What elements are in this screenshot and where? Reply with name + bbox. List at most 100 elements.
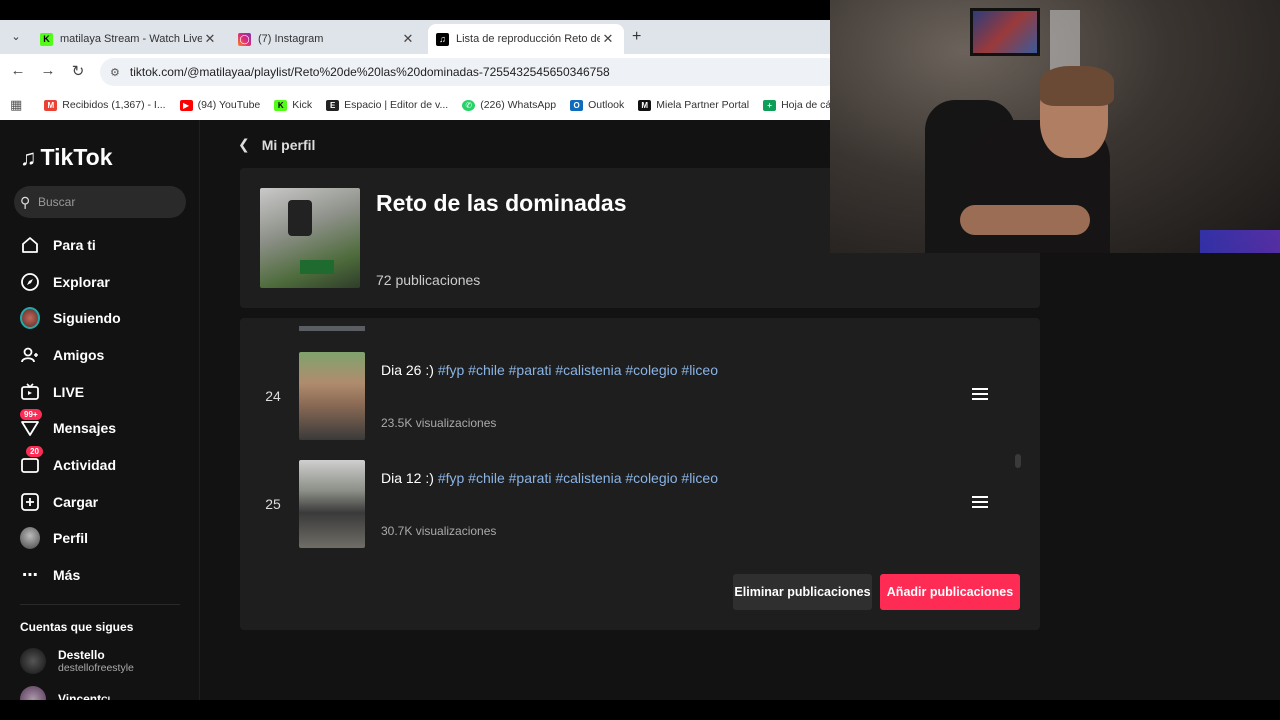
sidebar-item-live[interactable]: LIVE (20, 377, 84, 407)
tiktok-note-icon: ♫ (20, 144, 37, 170)
tab-kick[interactable]: K matilaya Stream - Watch Live o ✕ (32, 24, 226, 54)
webcam-person-arm (960, 205, 1090, 235)
sidebar-item-label: Siguiendo (53, 310, 121, 326)
sidebar-item-para-ti[interactable]: Para ti (20, 230, 96, 260)
search-input[interactable] (38, 195, 168, 209)
video-index: 25 (265, 496, 281, 512)
playlist-title: Reto de las dominadas (376, 190, 627, 216)
scrollbar-thumb[interactable] (1015, 454, 1021, 468)
tiktok-icon: ♫ (436, 32, 449, 46)
webcam-person-hair (1040, 66, 1114, 106)
more-icon: ⋯ (22, 567, 38, 584)
kick-icon: K (40, 32, 53, 46)
back-arrow-icon[interactable]: ← (8, 62, 28, 79)
video-index: 24 (265, 388, 281, 404)
sidebar-item-amigos[interactable]: Amigos (20, 340, 104, 370)
reload-icon[interactable]: ↻ (68, 62, 88, 80)
bookmark-label: (226) WhatsApp (480, 99, 557, 111)
bookmark-sheets[interactable]: + Hoja de cálculo si (763, 99, 830, 111)
bookmark-label: Recibidos (1,367) - I... (62, 99, 166, 111)
sidebar-item-label: Explorar (53, 274, 110, 290)
close-icon[interactable]: ✕ (202, 31, 218, 47)
bookmark-whatsapp[interactable]: ✆ (226) WhatsApp (462, 99, 556, 111)
sidebar-item-label: Cargar (53, 494, 99, 510)
apps-grid-icon[interactable]: ▦ (10, 97, 22, 113)
webcam-tv (970, 8, 1040, 56)
search-box[interactable]: ⚲ (14, 186, 186, 218)
list-item[interactable]: 25 Dia 12 :) #fyp #chile #parati #calist… (240, 460, 1040, 550)
webcam-overlay (830, 0, 1280, 253)
video-thumbnail[interactable] (299, 352, 365, 440)
close-icon[interactable]: ✕ (600, 31, 616, 47)
playlist-cover[interactable] (260, 188, 360, 288)
back-label: Mi perfil (261, 136, 316, 153)
compass-icon (20, 272, 40, 292)
bookmark-label: Outlook (588, 99, 625, 111)
bookmark-youtube[interactable]: ▶ (94) YouTube (179, 99, 261, 111)
drag-handle-icon[interactable] (972, 496, 988, 510)
sidebar-item-cargar[interactable]: Cargar (20, 487, 98, 517)
top-strip (0, 0, 830, 20)
account-destello[interactable]: Destello destellofreestyle (20, 648, 134, 674)
address-bar[interactable]: ⚙ tiktok.com/@matilayaa/playlist/Reto%20… (100, 58, 840, 86)
activity-icon: 20 (20, 446, 43, 475)
url-text: tiktok.com/@matilayaa/playlist/Reto%20de… (129, 65, 610, 79)
video-caption[interactable]: Dia 12 :) #fyp #chile #parati #calisteni… (381, 470, 718, 486)
miela-icon: M (638, 99, 652, 111)
gmail-icon: M (44, 99, 58, 111)
bookmark-gmail[interactable]: M Recibidos (1,367) - I... (44, 99, 166, 111)
sidebar-item-siguiendo[interactable]: Siguiendo (20, 303, 121, 333)
bookmark-editor[interactable]: E Espacio | Editor de v... (326, 99, 448, 111)
sheets-icon: + (763, 99, 777, 111)
bookmarks-bar: ▦ M Recibidos (1,367) - I... ▶ (94) YouTub… (0, 90, 830, 120)
sidebar-item-perfil[interactable]: Perfil (20, 523, 88, 553)
drag-handle-icon[interactable] (972, 388, 988, 402)
sidebar-divider (20, 604, 180, 605)
sidebar-item-label: Más (53, 567, 81, 583)
back-to-profile-link[interactable]: ❮ Mi perfil (238, 136, 315, 153)
site-info-icon[interactable]: ⚙ (110, 66, 120, 79)
bookmark-label: Espacio | Editor de v... (344, 99, 449, 111)
playlist-count: 72 publicaciones (376, 272, 481, 288)
search-icon[interactable]: ⚲ (20, 194, 36, 211)
sidebar-item-label: Para ti (53, 237, 96, 253)
bookmark-outlook[interactable]: O Outlook (570, 99, 624, 111)
playlist-video-list[interactable]: 24 Dia 26 :) #fyp #chile #parati #calist… (240, 318, 1040, 630)
sidebar-item-explorar[interactable]: Explorar (20, 267, 110, 297)
video-views: 30.7K visualizaciones (381, 524, 497, 538)
forward-arrow-icon[interactable]: → (38, 62, 58, 79)
close-icon[interactable]: ✕ (400, 31, 416, 47)
tab-title: (7) Instagram (258, 33, 324, 45)
tab-search-chevron-icon[interactable]: ⌄ (6, 27, 26, 47)
chevron-left-icon: ❮ (238, 136, 250, 152)
caption-hashtags[interactable]: #fyp #chile #parati #calistenia #colegio… (438, 470, 718, 486)
bookmark-kick[interactable]: K Kick (274, 99, 312, 111)
list-item[interactable]: 24 Dia 26 :) #fyp #chile #parati #calist… (240, 352, 1040, 442)
kick-icon: K (274, 99, 288, 111)
sidebar-item-mensajes[interactable]: 99+ Mensajes (20, 409, 116, 443)
video-thumbnail[interactable] (299, 460, 365, 548)
caption-hashtags[interactable]: #fyp #chile #parati #calistenia #colegio… (438, 362, 718, 378)
sidebar-item-mas[interactable]: ⋯ Más (20, 560, 80, 590)
add-posts-button[interactable]: Añadir publicaciones (880, 574, 1020, 610)
tiktok-logo[interactable]: ♫ TikTok (20, 144, 113, 171)
whatsapp-icon: ✆ (462, 99, 476, 111)
browser-chrome: ⌄ K matilaya Stream - Watch Live o ✕ ◯ (… (0, 20, 840, 120)
tab-instagram[interactable]: ◯ (7) Instagram ✕ (230, 24, 424, 54)
activity-badge: 20 (26, 446, 43, 457)
following-avatar (20, 307, 40, 329)
upload-icon (20, 492, 40, 512)
tab-tiktok[interactable]: ♫ Lista de reproducción Reto de L ✕ (428, 24, 624, 54)
sidebar-item-actividad[interactable]: 20 Actividad (20, 446, 116, 480)
outlook-icon: O (570, 99, 584, 111)
messages-badge: 99+ (20, 409, 42, 420)
bookmark-label: Kick (292, 99, 313, 111)
new-tab-plus-icon[interactable]: + (632, 28, 641, 46)
avatar (20, 648, 46, 674)
video-caption[interactable]: Dia 26 :) #fyp #chile #parati #calisteni… (381, 362, 718, 378)
caption-text: Dia 26 :) (381, 362, 434, 378)
account-handle: destellofreestyle (58, 662, 134, 674)
bookmark-label: (94) YouTube (197, 99, 261, 111)
remove-posts-button[interactable]: Eliminar publicaciones (733, 574, 872, 610)
bookmark-miela[interactable]: M Miela Partner Portal (638, 99, 749, 111)
